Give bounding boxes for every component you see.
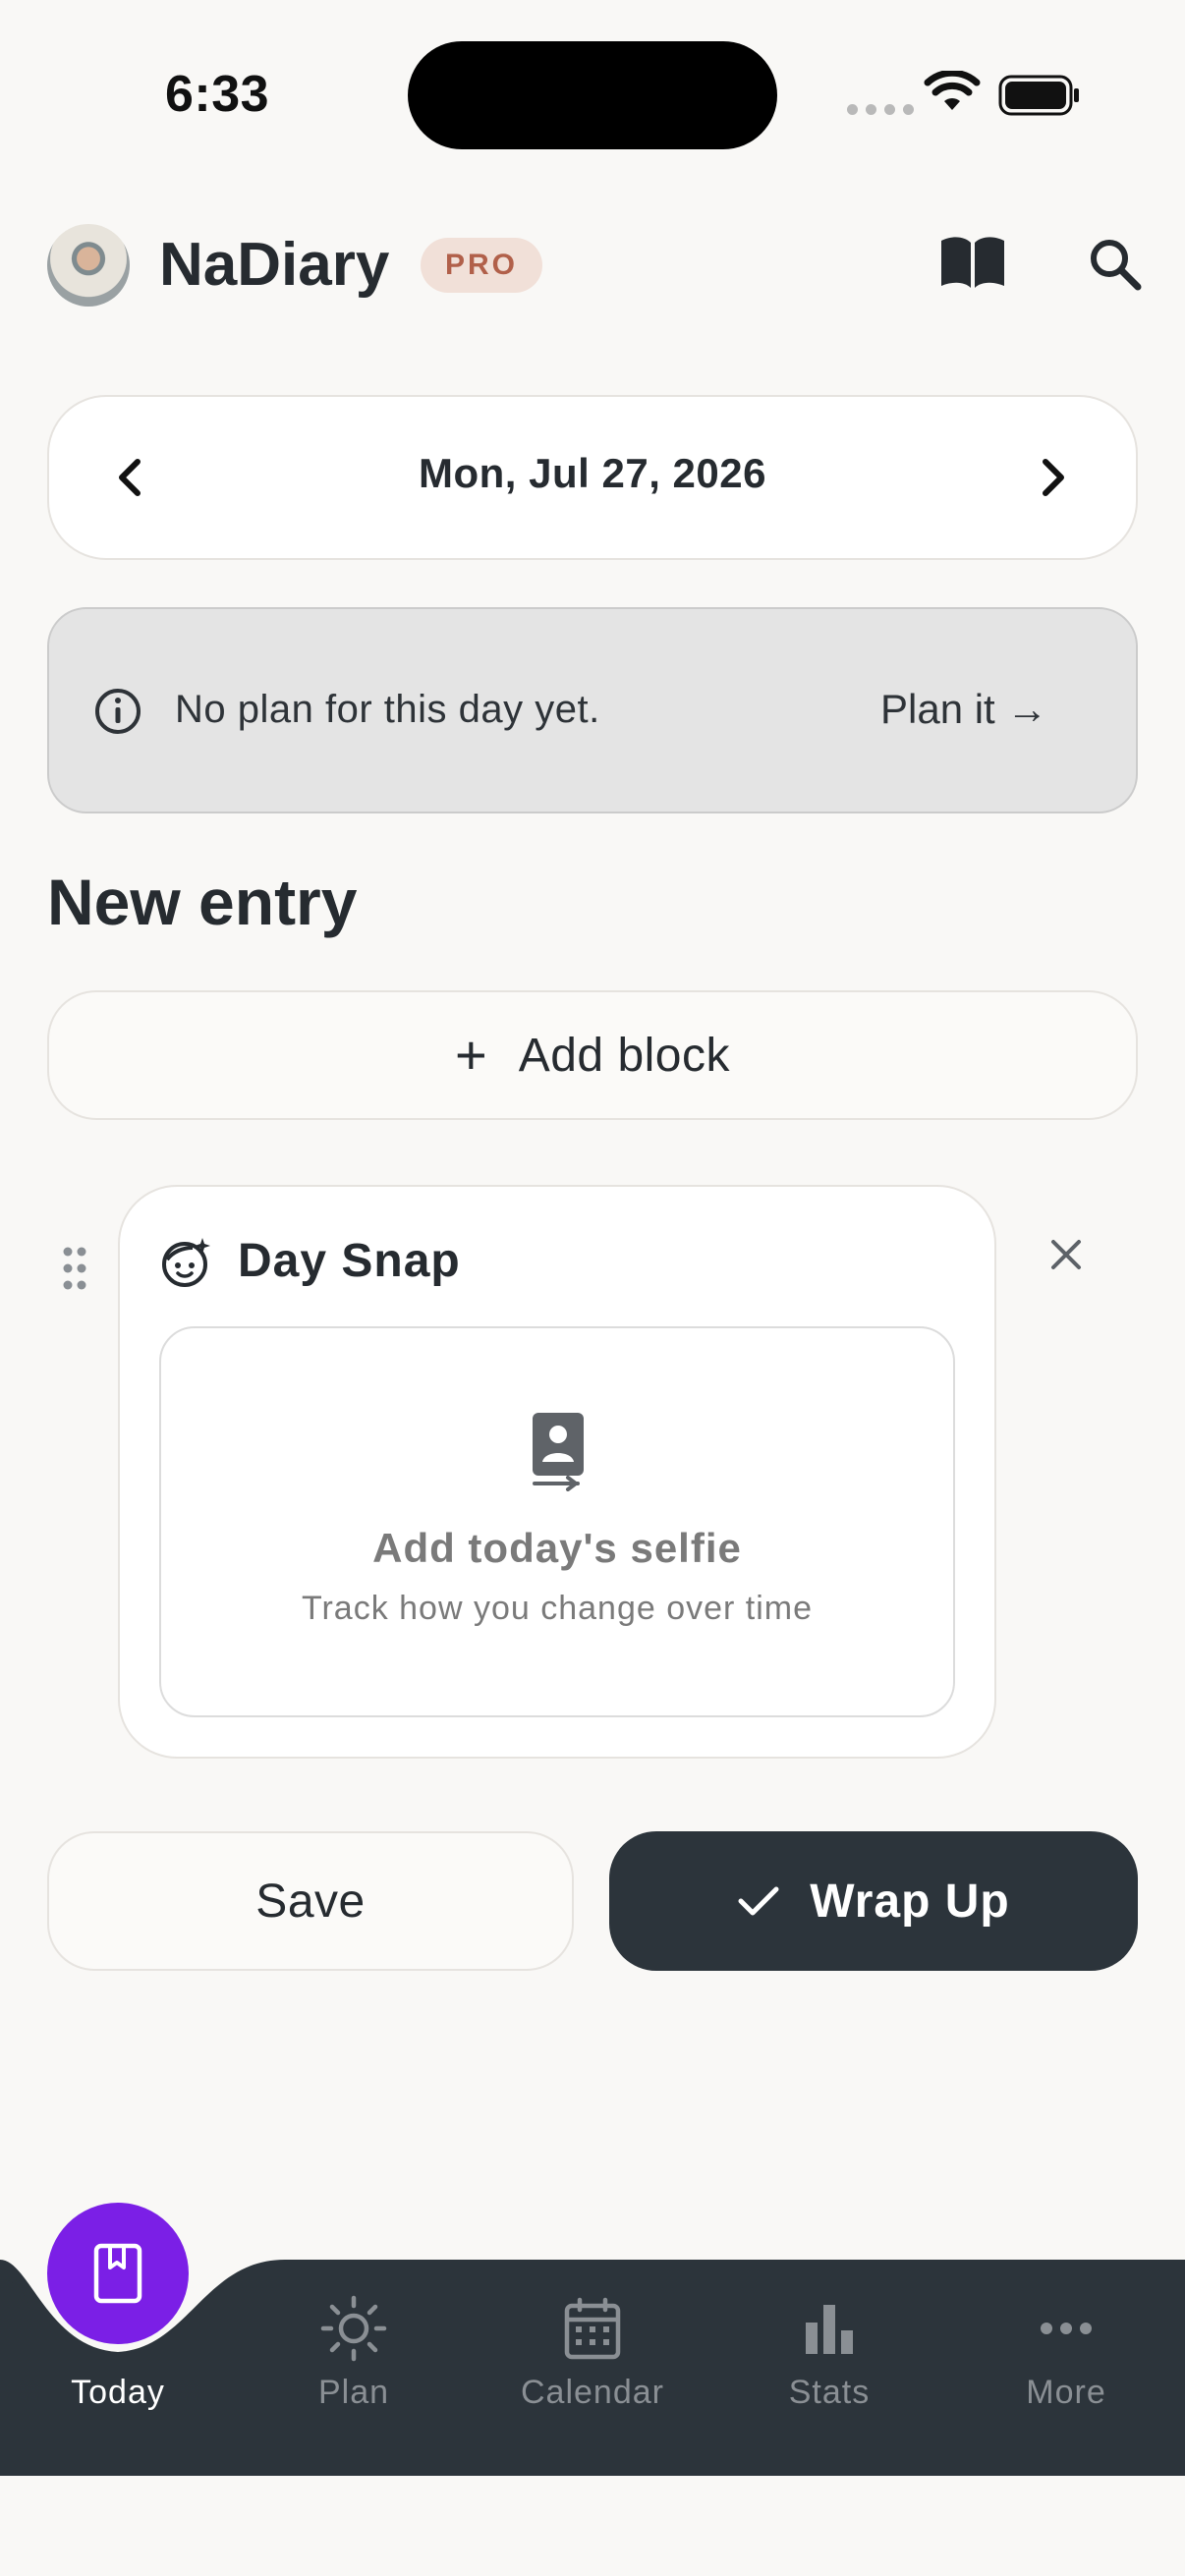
remove-block-button[interactable] (1042, 1230, 1091, 1279)
new-entry-title: New entry (47, 866, 358, 938)
no-plan-message: No plan for this day yet. (175, 688, 600, 731)
tab-plan[interactable]: Plan (255, 2260, 452, 2476)
checkmark-icon (738, 1886, 779, 1916)
plus-icon: + (455, 1024, 487, 1086)
next-day-button[interactable] (1018, 436, 1089, 519)
tab-stats-label: Stats (788, 2374, 871, 2411)
dynamic-island (408, 41, 777, 149)
current-date[interactable]: Mon, Jul 27, 2026 (47, 450, 1138, 497)
drag-handle-icon[interactable] (59, 1244, 90, 1293)
today-fab-button[interactable] (47, 2203, 189, 2344)
tab-stats[interactable]: Stats (731, 2260, 928, 2476)
sun-icon (320, 2295, 387, 2362)
tab-more[interactable]: More (968, 2260, 1164, 2476)
bar-chart-icon (806, 2305, 853, 2354)
open-book-icon (941, 237, 1004, 288)
avatar[interactable] (47, 224, 130, 307)
camera-selfie-icon (533, 1413, 584, 1491)
tab-today-label: Today (71, 2374, 165, 2411)
tab-calendar-label: Calendar (521, 2374, 664, 2411)
status-time: 6:33 (165, 66, 270, 123)
calendar-icon (564, 2297, 621, 2360)
day-snap-title: Day Snap (238, 1235, 461, 1287)
search-button[interactable] (1081, 230, 1150, 299)
add-selfie-title: Add today's selfie (372, 1525, 742, 1571)
journal-book-button[interactable] (933, 228, 1012, 297)
save-button[interactable]: Save (47, 1831, 574, 1971)
add-block-button[interactable]: + Add block (47, 990, 1138, 1120)
add-selfie-subtitle: Track how you change over time (301, 1590, 814, 1627)
wrap-up-button[interactable]: Wrap Up (609, 1831, 1138, 1971)
battery-icon (998, 75, 1079, 116)
add-block-label: Add block (518, 1029, 730, 1082)
plan-it-link[interactable]: Plan it → (880, 686, 1047, 733)
wifi-icon (924, 71, 981, 110)
add-selfie-area[interactable] (159, 1326, 955, 1717)
tab-calendar[interactable]: Calendar (494, 2260, 691, 2476)
info-icon (95, 689, 141, 734)
wrap-up-label: Wrap Up (810, 1875, 1010, 1928)
tab-more-label: More (1026, 2374, 1106, 2411)
today-screen: 6:33 NaDiary PRO Mon, Jul 27, 2026 No pl… (0, 0, 1185, 2576)
app-title: NaDiary (159, 231, 390, 299)
face-sparkle-icon (162, 1238, 210, 1287)
more-dots-icon (1041, 2323, 1092, 2334)
cellular-signal-icon (847, 104, 914, 115)
diary-icon (93, 2243, 142, 2304)
search-icon (1091, 240, 1142, 291)
pro-badge: PRO (421, 238, 542, 293)
tab-plan-label: Plan (317, 2374, 390, 2411)
